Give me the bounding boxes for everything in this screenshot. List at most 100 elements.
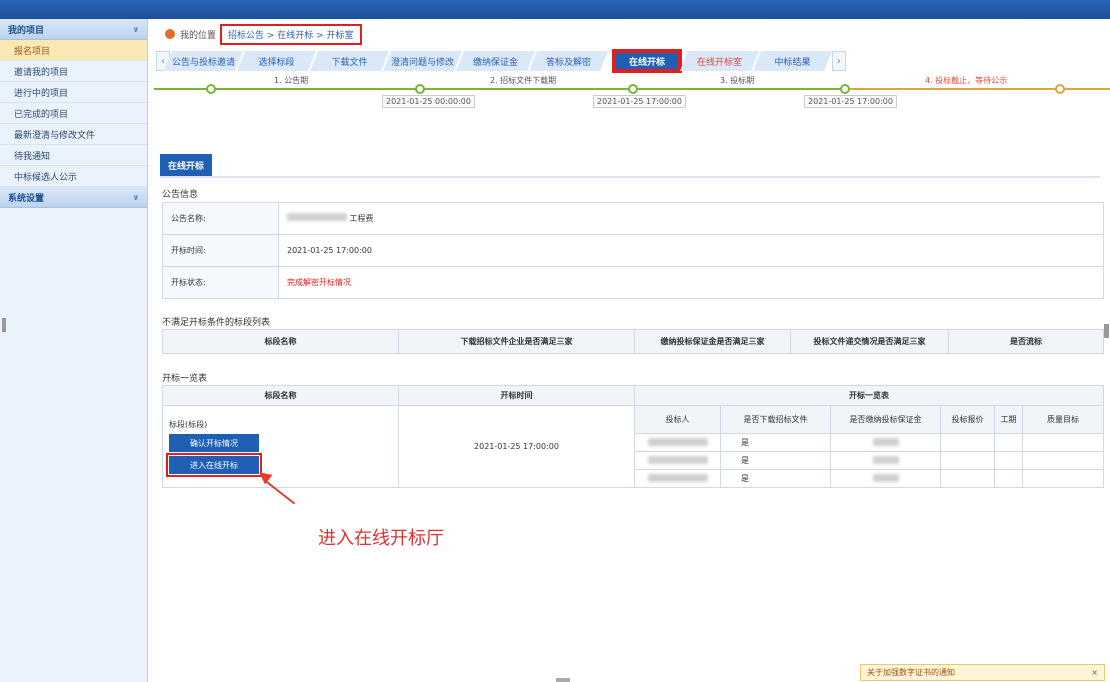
field-label: 开标时间:: [162, 234, 279, 267]
open-time-cell: 2021-01-25 17:00:00: [398, 405, 635, 488]
price-cell: [940, 451, 995, 470]
redacted-block: [287, 213, 347, 221]
panel-tab-online-opening[interactable]: 在线开标: [160, 154, 213, 176]
timeline-date: 2021-01-25 17:00:00: [804, 95, 897, 108]
quality-cell: [1022, 433, 1104, 452]
timeline-step-label: 1. 公告期: [274, 76, 309, 85]
section-title-unqualified: 不满足开标条件的标段列表: [162, 318, 271, 328]
quality-cell: [1022, 451, 1104, 470]
open-list-table: 标段名称 开标时间 开标一览表 标段(标段) 确认开标情况 进入在线开标 202…: [162, 385, 1104, 488]
redacted-block: [872, 437, 899, 446]
sidebar-item-candidates[interactable]: 中标候选人公示: [0, 166, 147, 187]
column-header: 质量目标: [1022, 405, 1104, 434]
progress-timeline: 1. 公告期 2. 招标文件下载期 3. 投标期 4. 投标截止，等待公示 20…: [150, 73, 1110, 109]
confirm-opening-button[interactable]: 确认开标情况: [169, 434, 259, 452]
home-icon: [164, 28, 176, 40]
redacted-block: [647, 437, 708, 446]
column-header: 标段名称: [162, 329, 399, 354]
tab-online-opening[interactable]: 在线开标: [612, 49, 682, 73]
downloaded-cell: 是: [720, 433, 831, 452]
downloaded-cell: 是: [720, 451, 831, 470]
step-tabs: ‹ 公告与投标邀请 选择标段 下载文件 澄清问题与修改 缴纳保证金 答标及解密 …: [156, 49, 1110, 73]
announcement-status-value: 完成解密开标情况: [278, 266, 1104, 299]
redacted-block: [872, 455, 899, 464]
timeline-track-done: [154, 88, 844, 90]
notification-text[interactable]: 关于加强数字证书的通知: [867, 667, 955, 678]
column-header: 开标时间: [398, 385, 635, 406]
tab-online-opening-room[interactable]: 在线开标室: [680, 51, 759, 71]
field-label: 开标状态:: [162, 266, 279, 299]
column-header: 开标一览表: [634, 385, 1104, 406]
price-cell: [940, 469, 995, 488]
section-label: 标段(标段): [169, 420, 208, 429]
redacted-block: [647, 473, 708, 482]
redacted-block: [872, 473, 899, 482]
tab-decrypt[interactable]: 答标及解密: [529, 51, 608, 71]
tab-deposit[interactable]: 缴纳保证金: [456, 51, 535, 71]
chevron-right-icon[interactable]: ›: [832, 51, 846, 71]
notification-bar[interactable]: 关于加强数字证书的通知 ×: [860, 664, 1105, 681]
breadcrumb-home[interactable]: 我的位置: [180, 28, 216, 41]
main-content: 我的位置 招标公告 > 在线开标 > 开标室 ‹ 公告与投标邀请 选择标段 下载…: [150, 19, 1110, 682]
sidebar-collapse-handle[interactable]: [2, 318, 6, 332]
announcement-time-value: 2021-01-25 17:00:00: [278, 234, 1104, 267]
column-header: 标段名称: [162, 385, 399, 406]
column-header: 投标人: [634, 405, 721, 434]
breadcrumb: 我的位置 招标公告 > 在线开标 > 开标室: [150, 19, 1110, 49]
column-header: 是否流标: [948, 329, 1104, 354]
sidebar-item-in-progress[interactable]: 进行中的项目: [0, 82, 147, 103]
sidebar-group-settings[interactable]: 系统设置 ∨: [0, 187, 147, 208]
close-icon[interactable]: ×: [1091, 668, 1098, 677]
duration-cell: [994, 451, 1023, 470]
column-header: 投标文件递交情况是否满足三家: [790, 329, 949, 354]
field-label: 公告名称:: [162, 202, 279, 235]
column-header: 下载招标文件企业是否满足三家: [398, 329, 635, 354]
section-title-open-list: 开标一览表: [162, 374, 208, 384]
sidebar-item-invited[interactable]: 邀请我的项目: [0, 61, 147, 82]
bidder-cell: [634, 433, 721, 452]
column-header: 投标报价: [940, 405, 995, 434]
chevron-down-icon: ∨: [132, 192, 140, 202]
scrollbar-handle[interactable]: [556, 678, 570, 682]
sidebar-item-clarifications[interactable]: 最新澄清与修改文件: [0, 124, 147, 145]
tab-select-section[interactable]: 选择标段: [237, 51, 316, 71]
sidebar-item-notifications[interactable]: 待我通知: [0, 145, 147, 166]
duration-cell: [994, 469, 1023, 488]
top-bar: [0, 0, 1110, 19]
chevron-down-icon: ∨: [132, 24, 140, 34]
sidebar-group-my-projects[interactable]: 我的项目 ∨: [0, 19, 147, 40]
annotation-text: 进入在线开标厅: [318, 528, 444, 549]
tab-result[interactable]: 中标结果: [753, 51, 832, 71]
sidebar-group-label: 我的项目: [8, 25, 45, 36]
announcement-name-value: 工程费: [349, 214, 374, 223]
timeline-date: 2021-01-25 00:00:00: [382, 95, 475, 108]
tab-clarification[interactable]: 澄清问题与修改: [383, 51, 462, 71]
tab-announcement[interactable]: 公告与投标邀请: [164, 51, 243, 71]
sidebar-item-completed[interactable]: 已完成的项目: [0, 103, 147, 124]
sidebar-item-signup[interactable]: 报名项目: [0, 40, 147, 61]
sidebar: 我的项目 ∨ 报名项目 邀请我的项目 进行中的项目 已完成的项目 最新澄清与修改…: [0, 19, 148, 682]
unqualified-table: 标段名称 下载招标文件企业是否满足三家 缴纳投标保证金是否满足三家 投标文件递交…: [162, 329, 1104, 354]
deposit-cell: [830, 451, 941, 470]
announcement-table: 公告名称: 工程费 开标时间: 2021-01-25 17:00:00 开标状态…: [162, 202, 1104, 299]
breadcrumb-path[interactable]: 招标公告 > 在线开标 > 开标室: [220, 23, 362, 45]
field-value: 工程费: [278, 202, 1104, 235]
column-header: 缴纳投标保证金是否满足三家: [634, 329, 791, 354]
tab-download[interactable]: 下载文件: [310, 51, 389, 71]
bidder-cell: [634, 469, 721, 488]
section-title-announcement: 公告信息: [162, 190, 199, 200]
quality-cell: [1022, 469, 1104, 488]
timeline-date: 2021-01-25 17:00:00: [593, 95, 686, 108]
timeline-track-pending: [844, 88, 1110, 90]
enter-online-opening-button[interactable]: 进入在线开标: [166, 453, 262, 477]
price-cell: [940, 433, 995, 452]
deposit-cell: [830, 469, 941, 488]
timeline-node: [206, 84, 216, 94]
deposit-cell: [830, 433, 941, 452]
timeline-node: [628, 84, 638, 94]
right-collapse-handle[interactable]: [1104, 324, 1109, 338]
timeline-node: [840, 84, 850, 94]
timeline-step-label: 3. 投标期: [720, 76, 755, 85]
sidebar-group-label: 系统设置: [8, 193, 45, 204]
downloaded-cell: 是: [720, 469, 831, 488]
